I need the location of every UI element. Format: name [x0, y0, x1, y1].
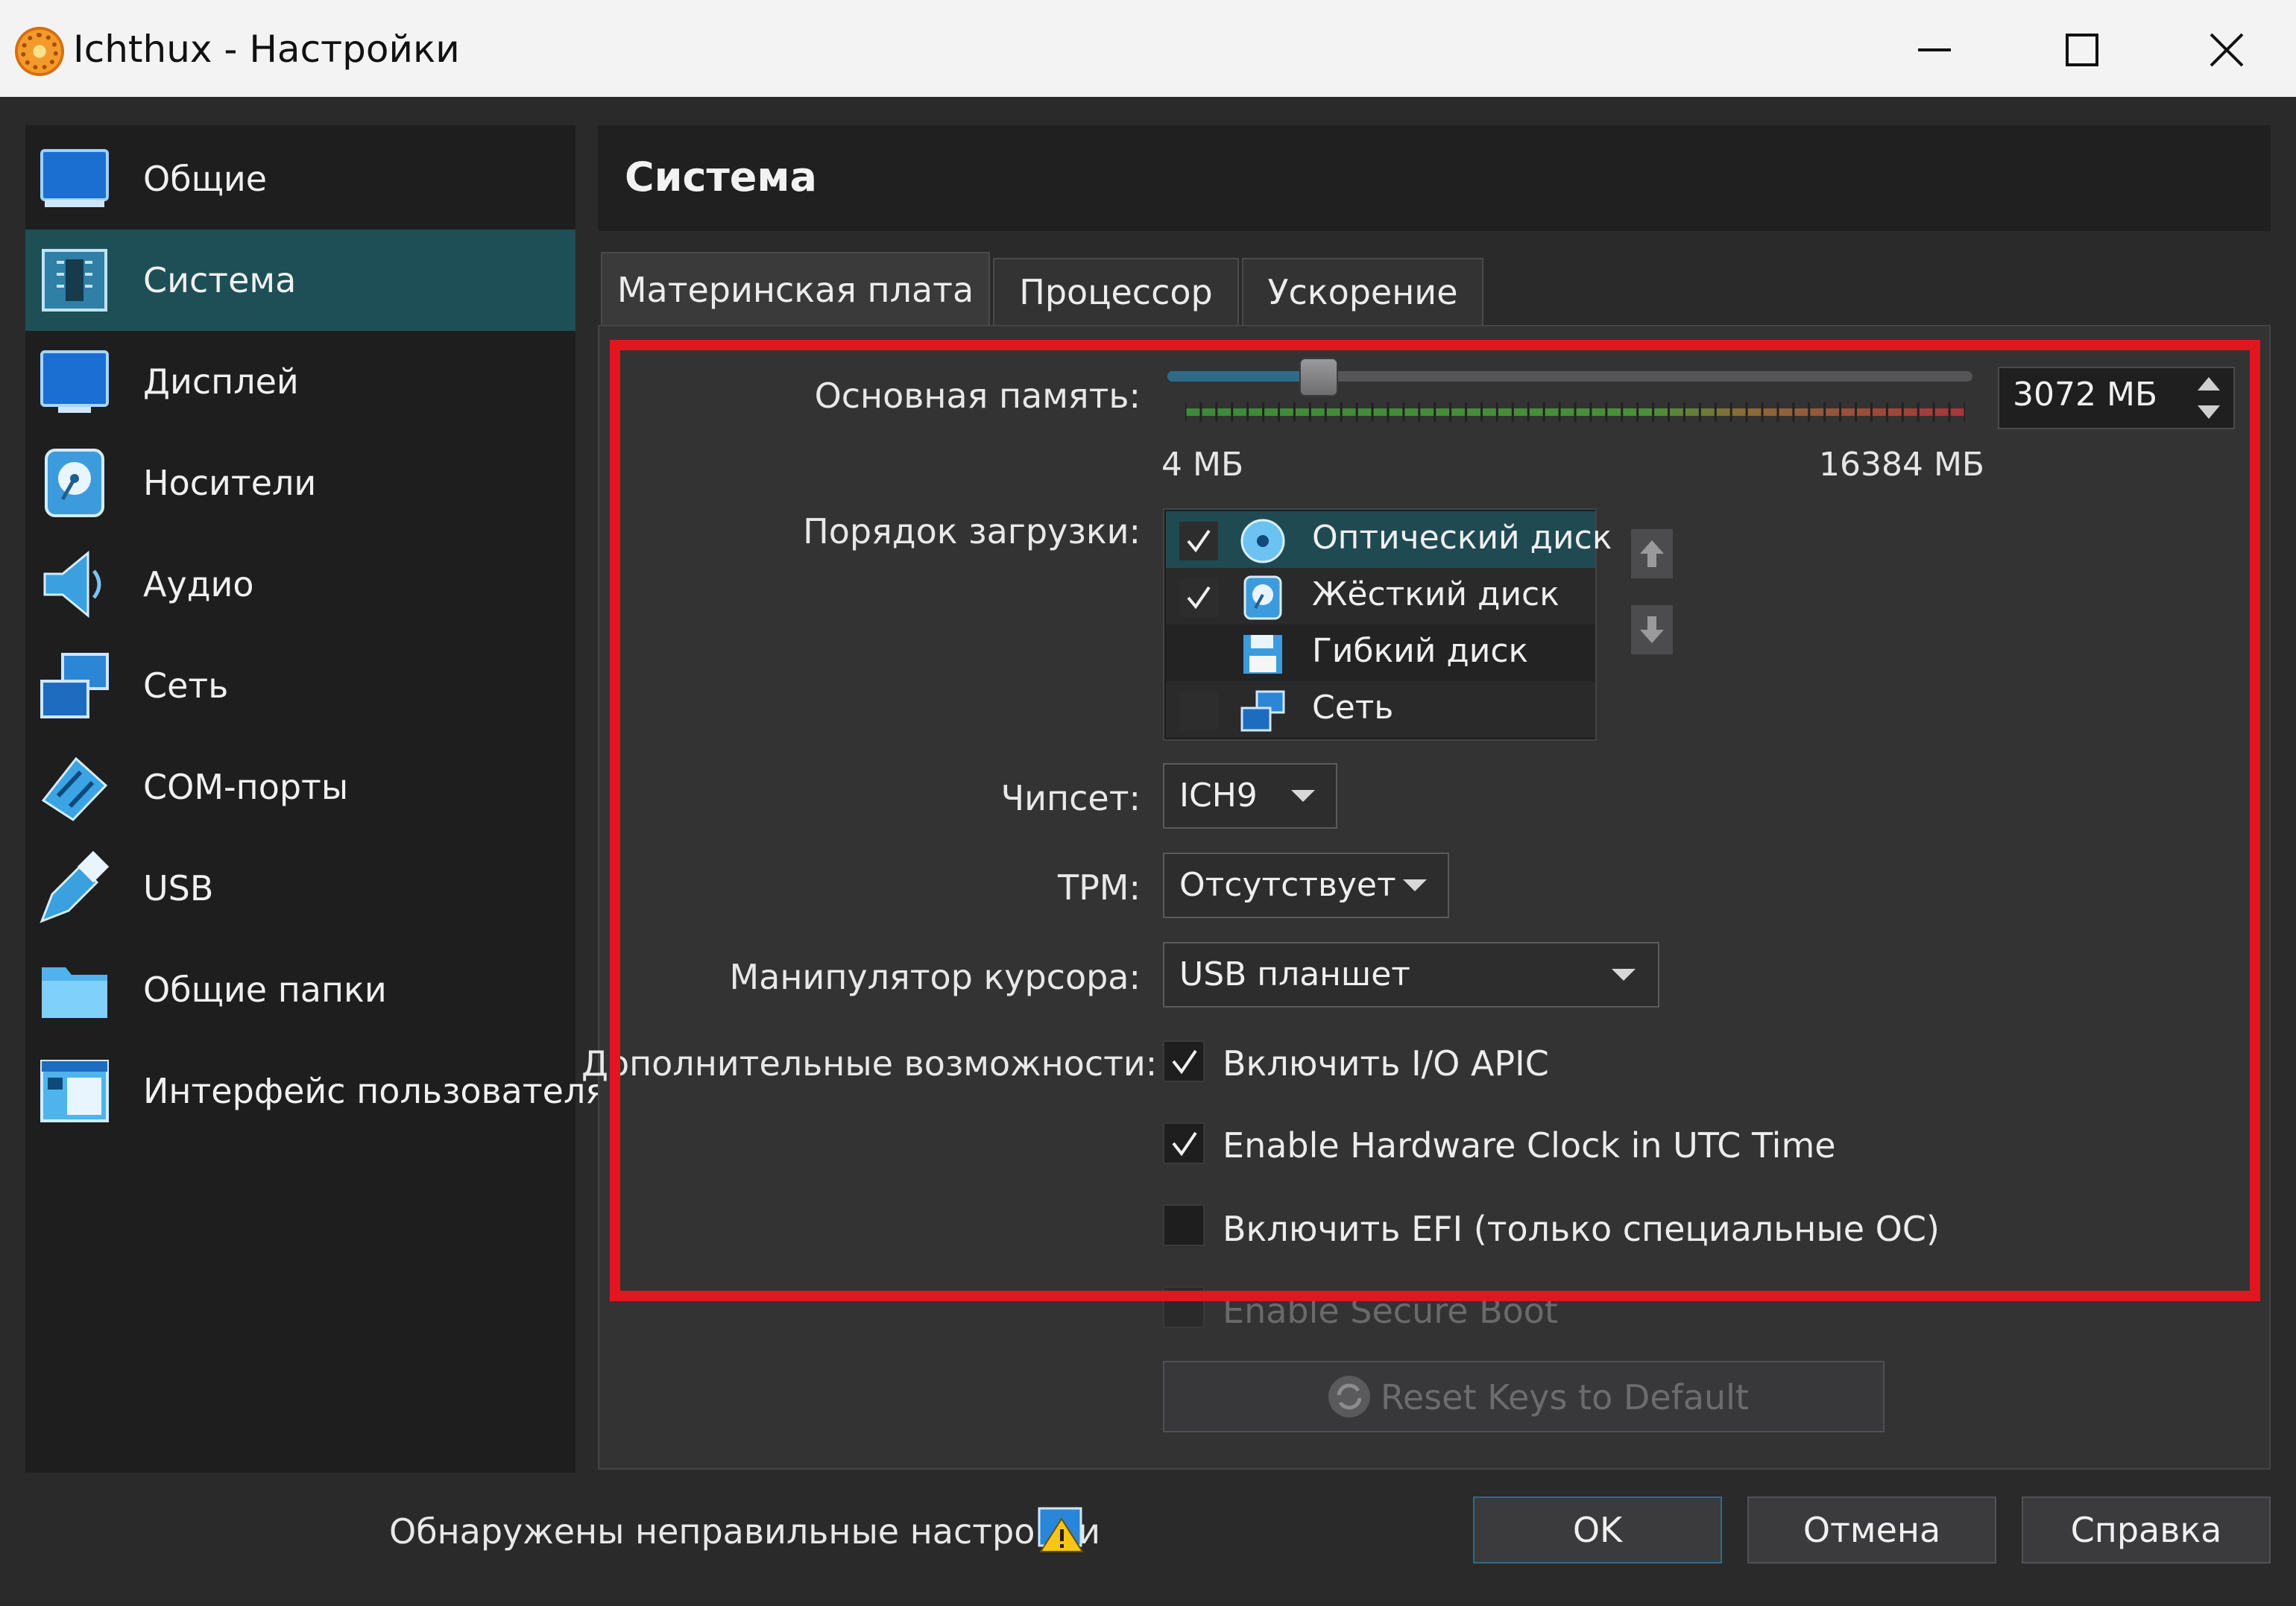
tab-motherboard[interactable]: Материнская плата: [601, 252, 990, 326]
speaker-icon: [43, 550, 101, 619]
sidebar-item-label: Общие: [143, 159, 268, 199]
chip-icon: [42, 249, 107, 312]
close-button[interactable]: [2186, 16, 2268, 83]
sidebar-item-general[interactable]: Общие: [25, 128, 575, 230]
folder-icon: [42, 967, 107, 1018]
minimize-button[interactable]: [1893, 16, 1975, 83]
help-button[interactable]: Справка: [2022, 1496, 2271, 1564]
sidebar-item-label: Носители: [143, 463, 317, 503]
ui-window-icon: [40, 1060, 109, 1122]
sidebar-item-display[interactable]: Дисплей: [25, 331, 575, 432]
window-title: Ichthux - Настройки: [73, 28, 460, 71]
storage-disk-icon: [45, 449, 104, 517]
sidebar-item-label: Общие папки: [143, 970, 387, 1010]
usb-icon: [40, 850, 110, 923]
network-icon: [40, 653, 109, 718]
monitor-icon: [40, 149, 109, 207]
sidebar-item-label: COM-порты: [143, 767, 349, 807]
sidebar-item-label: Сеть: [143, 666, 229, 706]
app-icon: [15, 27, 64, 76]
invalid-settings-warning: Обнаружены неправильные настройки: [389, 1511, 1100, 1552]
tab-processor[interactable]: Процессор: [993, 258, 1239, 325]
section-header: [598, 125, 2271, 231]
sidebar-item-audio[interactable]: Аудио: [25, 534, 575, 635]
sidebar-item-system[interactable]: Система: [25, 230, 575, 331]
sidebar-item-label: USB: [143, 868, 214, 908]
sidebar-item-label: Система: [143, 260, 297, 300]
sidebar-item-storage[interactable]: Носители: [25, 432, 575, 534]
highlight-box: [610, 340, 2260, 1301]
sidebar-item-com-ports[interactable]: COM-порты: [25, 736, 575, 838]
sidebar-item-label: Интерфейс пользователя: [143, 1071, 607, 1111]
refresh-icon: [1328, 1376, 1370, 1417]
cancel-button[interactable]: Отмена: [1747, 1496, 1996, 1564]
ok-button[interactable]: OK: [1473, 1496, 1722, 1564]
sidebar-item-usb[interactable]: USB: [25, 838, 575, 939]
maximize-icon: [2066, 34, 2098, 66]
tab-acceleration[interactable]: Ускорение: [1242, 258, 1483, 325]
minimize-icon: [1918, 48, 1951, 51]
page-title: Система: [625, 154, 817, 200]
maximize-button[interactable]: [2041, 16, 2123, 83]
close-icon: [2210, 33, 2244, 67]
serial-port-icon: [41, 756, 108, 821]
settings-sidebar: Общие Система Дисплей Носители Аудио Сет…: [25, 125, 606, 1473]
warning-icon[interactable]: [1036, 1504, 1087, 1555]
display-icon: [40, 350, 109, 413]
reset-keys-label: Reset Keys to Default: [1381, 1377, 1749, 1417]
sidebar-item-user-interface[interactable]: Интерфейс пользователя: [25, 1040, 606, 1142]
sidebar-item-label: Аудио: [143, 564, 254, 604]
sidebar-item-label: Дисплей: [143, 361, 299, 402]
sidebar-item-shared-folders[interactable]: Общие папки: [25, 939, 575, 1040]
sidebar-item-network[interactable]: Сеть: [25, 635, 575, 736]
